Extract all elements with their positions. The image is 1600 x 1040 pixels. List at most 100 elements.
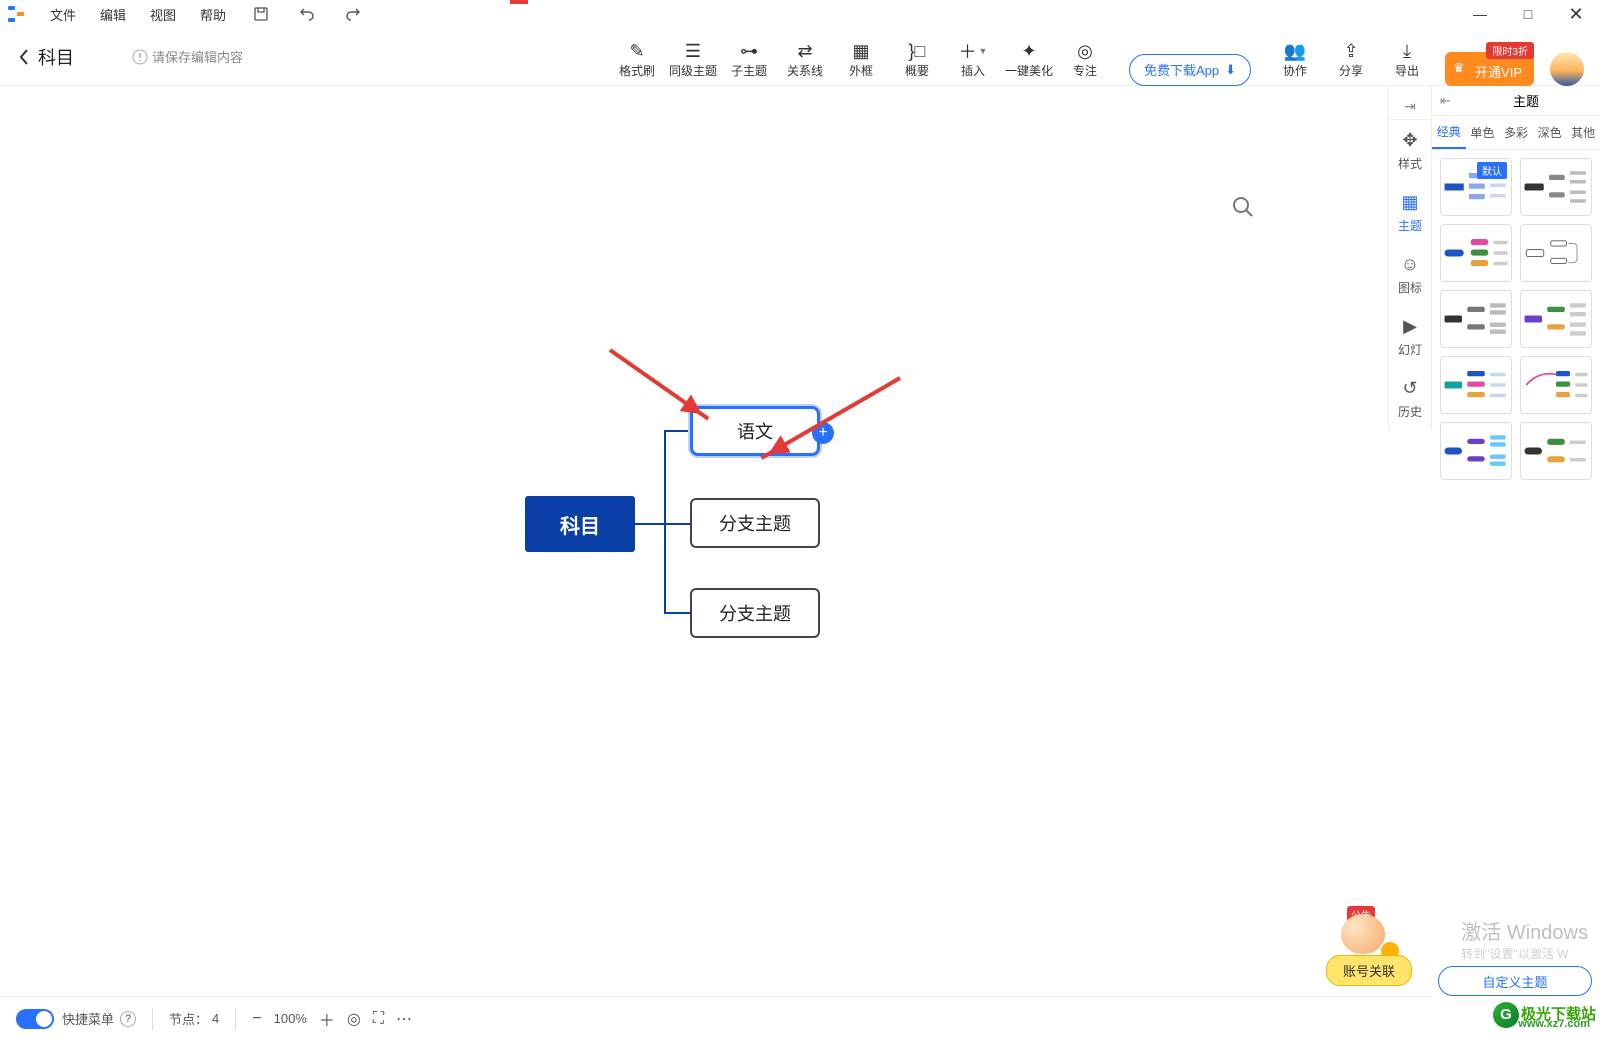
share-icon: ⇪ — [1343, 40, 1358, 62]
app-logo — [8, 6, 24, 22]
toolbar-peer-topic[interactable]: ☰同级主题 — [665, 34, 721, 86]
child-node-3[interactable]: 分支主题 — [690, 588, 820, 638]
window-close[interactable]: ✕ — [1552, 0, 1600, 28]
canvas[interactable]: 科目 语文 分支主题 分支主题 + — [0, 86, 1432, 996]
back-button[interactable]: 科目 — [0, 44, 92, 70]
red-indicator — [510, 0, 528, 4]
download-icon: ⬇ — [1225, 62, 1236, 78]
rail-style[interactable]: ✥样式 — [1389, 120, 1431, 182]
side-rail: ⇥ ✥样式 ▦主题 ☺图标 ▶幻灯 ↺历史 — [1388, 86, 1432, 430]
theme-panel: ⇤ 主题 经典 单色 多彩 深色 其他 默认 — [1432, 86, 1600, 1040]
locate-icon[interactable]: ◎ — [347, 1009, 361, 1029]
icon-icon: ☺ — [1401, 254, 1419, 275]
summary-icon: }□ — [909, 40, 926, 62]
tab-single[interactable]: 单色 — [1466, 116, 1500, 149]
peer-topic-icon: ☰ — [685, 40, 701, 62]
annotation-arrow-1 — [609, 348, 710, 420]
theme-thumb-1[interactable]: 默认 — [1440, 158, 1512, 216]
theme-thumb-5[interactable] — [1440, 290, 1512, 348]
panel-expand-icon[interactable]: ⇤ — [1440, 93, 1451, 109]
rail-slide[interactable]: ▶幻灯 — [1389, 306, 1431, 368]
zoom-out-icon[interactable]: − — [252, 1010, 261, 1028]
theme-icon: ▦ — [1401, 192, 1418, 213]
toolbar-format[interactable]: ✎格式刷 — [609, 34, 665, 86]
zoom-in-icon[interactable]: ＋ — [319, 1007, 335, 1031]
download-app-button[interactable]: 免费下载App ⬇ — [1129, 54, 1251, 86]
toolbar-collab[interactable]: 👥协作 — [1267, 34, 1323, 86]
quickmenu-toggle[interactable] — [16, 1009, 54, 1029]
crown-icon: ♛ — [1453, 60, 1465, 76]
menu-edit[interactable]: 编辑 — [88, 5, 138, 24]
window-minimize[interactable]: — — [1456, 0, 1504, 28]
export-icon: ⤓ — [1403, 40, 1411, 62]
toolbar-sub-topic[interactable]: ⊶子主题 — [721, 34, 777, 86]
help-icon[interactable]: ? — [120, 1011, 136, 1027]
theme-thumb-10[interactable] — [1520, 422, 1592, 480]
tab-multi[interactable]: 多彩 — [1499, 116, 1533, 149]
theme-thumbnails: 默认 — [1432, 150, 1600, 488]
collab-icon: 👥 — [1284, 40, 1306, 62]
vip-button[interactable]: 限时3折 ♛ 开通VIP — [1445, 52, 1534, 86]
nodes-count: 4 — [212, 1011, 219, 1026]
toolbar-focus[interactable]: ◎专注 — [1057, 34, 1113, 86]
frame-icon: ▦ — [852, 40, 869, 62]
toolbar-relation[interactable]: ⇄关系线 — [777, 34, 833, 86]
menu-view[interactable]: 视图 — [138, 5, 188, 24]
windows-watermark: 激活 Windows 转到"设置"以激活 W — [1461, 916, 1588, 962]
default-tag: 默认 — [1477, 162, 1507, 179]
toolbar-beautify[interactable]: ✦一键美化 — [1001, 34, 1057, 86]
toolbar-export[interactable]: ⤓导出 — [1379, 34, 1435, 86]
insert-icon: ＋▼ — [959, 40, 988, 62]
child-node-2[interactable]: 分支主题 — [690, 498, 820, 548]
theme-thumb-8[interactable] — [1520, 356, 1592, 414]
quickmenu-label: 快捷菜单 — [62, 1009, 114, 1028]
tab-other[interactable]: 其他 — [1566, 116, 1600, 149]
user-avatar[interactable] — [1550, 52, 1584, 86]
toolbar-insert[interactable]: ＋▼插入 — [945, 34, 1001, 86]
site-watermark: G极光下载站 www.xz7.com — [1493, 1002, 1596, 1028]
rail-history[interactable]: ↺历史 — [1389, 368, 1431, 430]
beautify-icon: ✦ — [1021, 40, 1036, 62]
rail-icon[interactable]: ☺图标 — [1389, 244, 1431, 306]
toolbar-summary[interactable]: }□概要 — [889, 34, 945, 86]
account-link-button[interactable]: 账号关联 — [1326, 955, 1412, 986]
format-brush-icon: ✎ — [629, 40, 644, 62]
redo-icon[interactable] — [344, 5, 362, 23]
info-icon — [132, 49, 148, 65]
toolbar-share[interactable]: ⇪分享 — [1323, 34, 1379, 86]
theme-thumb-4[interactable] — [1520, 224, 1592, 282]
style-icon: ✥ — [1402, 130, 1417, 151]
theme-thumb-3[interactable] — [1440, 224, 1512, 282]
menu-file[interactable]: 文件 — [38, 5, 88, 24]
unsaved-hint: 请保存编辑内容 — [132, 47, 243, 66]
toolbar-frame[interactable]: ▦外框 — [833, 34, 889, 86]
zoom-level: 100% — [274, 1011, 307, 1026]
slide-icon: ▶ — [1403, 316, 1417, 337]
theme-thumb-7[interactable] — [1440, 356, 1512, 414]
theme-thumb-2[interactable] — [1520, 158, 1592, 216]
tab-dark[interactable]: 深色 — [1533, 116, 1567, 149]
save-icon[interactable] — [252, 5, 270, 23]
mascot[interactable]: 公告 — [1341, 914, 1395, 958]
root-node[interactable]: 科目 — [525, 496, 635, 552]
vip-discount-badge: 限时3折 — [1486, 42, 1534, 59]
more-icon[interactable]: ⋯ — [396, 1009, 412, 1029]
focus-icon: ◎ — [1077, 40, 1093, 62]
history-icon: ↺ — [1402, 378, 1417, 399]
chevron-left-icon — [18, 48, 30, 66]
sub-topic-icon: ⊶ — [740, 40, 758, 62]
theme-thumb-6[interactable] — [1520, 290, 1592, 348]
custom-theme-button[interactable]: 自定义主题 — [1438, 966, 1592, 996]
theme-thumb-9[interactable] — [1440, 422, 1512, 480]
search-icon[interactable] — [1232, 196, 1254, 223]
window-maximize[interactable]: □ — [1504, 0, 1552, 28]
fit-icon[interactable]: ⛶ — [373, 1010, 384, 1028]
panel-title: 主题 — [1513, 91, 1539, 110]
rail-theme[interactable]: ▦主题 — [1389, 182, 1431, 244]
menu-help[interactable]: 帮助 — [188, 5, 238, 24]
undo-icon[interactable] — [298, 5, 316, 23]
panel-collapse-icon[interactable]: ⇥ — [1389, 94, 1431, 120]
relation-icon: ⇄ — [797, 40, 812, 62]
nodes-label: 节点： — [169, 1009, 208, 1028]
tab-classic[interactable]: 经典 — [1432, 116, 1466, 149]
